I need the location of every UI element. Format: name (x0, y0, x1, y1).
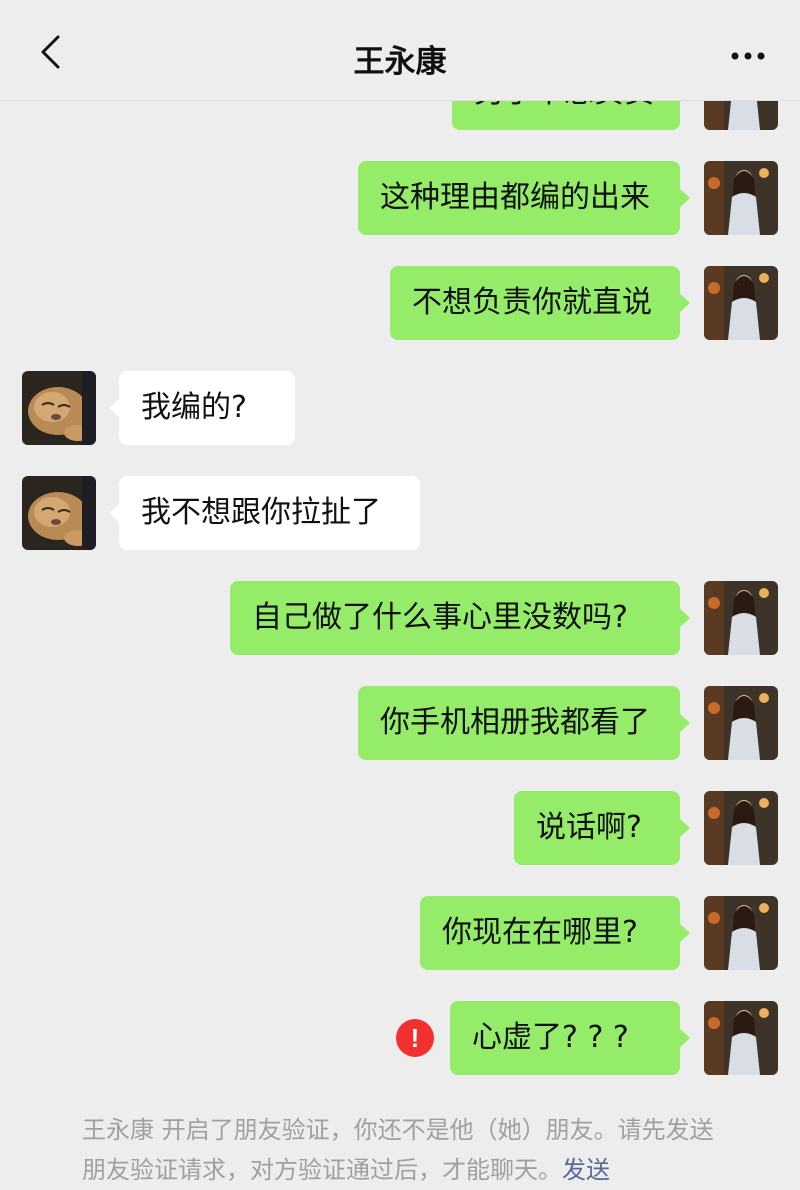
message-row: 这种理由都编的出来 (0, 161, 800, 237)
my-avatar[interactable] (704, 896, 778, 970)
message-row: 说话啊? (0, 791, 800, 867)
message-text: 你手机相册我都看了 (380, 705, 650, 740)
message-text: 说话啊? (536, 810, 642, 845)
chat-area[interactable]: 另了不想负责 这种理由都编的出来 (0, 0, 800, 1184)
my-message-bubble[interactable]: 你现在在哪里? (420, 896, 690, 970)
message-text: 我编的? (141, 390, 247, 425)
my-avatar[interactable] (704, 161, 778, 235)
peer-message-bubble[interactable]: 我不想跟你拉扯了 (109, 476, 420, 550)
peer-message-bubble[interactable]: 我编的? (109, 371, 295, 445)
message-row: 你手机相册我都看了 (0, 686, 800, 762)
my-message-bubble[interactable]: 说话啊? (514, 791, 690, 865)
chat-title: 王永康 (353, 44, 447, 80)
my-message-bubble[interactable]: 心虚了? ? ? (450, 1001, 690, 1075)
more-button[interactable] (726, 34, 770, 78)
chevron-left-icon (41, 35, 60, 69)
message-row: 我不想跟你拉扯了 (0, 476, 800, 552)
my-avatar[interactable] (704, 1001, 778, 1075)
chat-header: 王永康 (0, 0, 800, 101)
my-message-bubble[interactable]: 你手机相册我都看了 (358, 686, 690, 760)
my-message-bubble[interactable]: 这种理由都编的出来 (358, 161, 690, 235)
my-avatar[interactable] (704, 581, 778, 655)
my-avatar[interactable] (704, 686, 778, 760)
message-row: 不想负责你就直说 (0, 266, 800, 342)
message-text: 你现在在哪里? (442, 915, 638, 950)
message-text: 这种理由都编的出来 (380, 180, 650, 215)
send-request-link[interactable]: 发送 (562, 1156, 610, 1184)
more-dots-icon (731, 52, 765, 60)
my-message-bubble[interactable]: 自己做了什么事心里没数吗? (230, 581, 690, 655)
notice-text: 王永康 开启了朋友验证，你还不是他（她）朋友。请先发送朋友验证请求，对方验证通过… (82, 1116, 714, 1184)
send-failed-icon[interactable]: ! (396, 1019, 434, 1057)
my-avatar[interactable] (704, 791, 778, 865)
message-text: 自己做了什么事心里没数吗? (252, 600, 628, 635)
message-text: 不想负责你就直说 (412, 285, 652, 320)
message-text: 我不想跟你拉扯了 (141, 495, 381, 530)
message-text: 心虚了? ? ? (472, 1020, 629, 1055)
peer-avatar[interactable] (22, 476, 96, 550)
friend-verification-notice: 王永康 开启了朋友验证，你还不是他（她）朋友。请先发送朋友验证请求，对方验证通过… (82, 1110, 722, 1190)
my-avatar[interactable] (704, 266, 778, 340)
peer-avatar[interactable] (22, 371, 96, 445)
message-row: 自己做了什么事心里没数吗? (0, 581, 800, 657)
message-row: 你现在在哪里? (0, 896, 800, 972)
back-button[interactable] (28, 30, 72, 74)
my-message-bubble[interactable]: 不想负责你就直说 (390, 266, 690, 340)
message-row: 我编的? (0, 371, 800, 447)
message-row: ! 心虚了? ? ? (0, 1001, 800, 1077)
